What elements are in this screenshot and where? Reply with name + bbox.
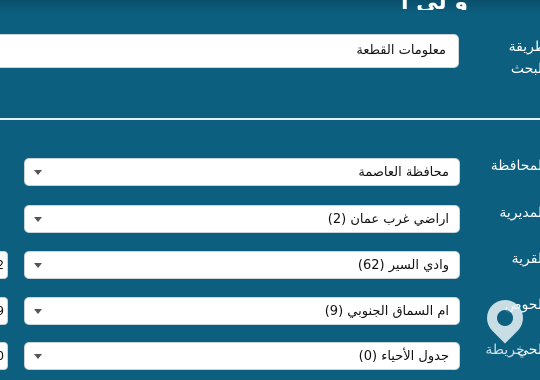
section-divider [0,118,540,120]
home-icon [497,310,513,326]
chevron-down-icon [34,263,42,268]
watermark-logo: خريطة [475,292,535,370]
directorate-select[interactable]: اراضي غرب عمان (2) [24,205,460,233]
neighborhood-value: جدول الأحياء (0) [358,349,449,364]
directorate-value: اراضي غرب عمان (2) [327,212,449,227]
neighborhood-select[interactable]: جدول الأحياء (0) [24,342,460,370]
village-code: 2 [0,258,4,272]
governorate-value: محافظة العاصمة [358,165,449,180]
village-select[interactable]: وادي السير (62) [24,251,460,279]
village-value: وادي السير (62) [357,258,449,273]
village-label: القرية [511,251,540,267]
governorate-label: المحافظة [490,158,540,174]
neighborhood-code: 0 [0,349,4,363]
governorate-select[interactable]: محافظة العاصمة [24,158,460,186]
page-title: و لي ا [378,0,468,10]
basin-code-box[interactable]: 9 [0,297,8,325]
basin-code: 9 [0,304,4,318]
chevron-down-icon [34,217,42,222]
neighborhood-code-box[interactable]: 0 [0,342,8,370]
basin-value: ام السماق الجنوبي (9) [324,304,449,319]
chevron-down-icon [34,354,42,359]
chevron-down-icon [34,309,42,314]
watermark-text: خريطة [485,342,525,358]
search-method-value: معلومات القطعة [356,43,446,58]
search-method-select[interactable]: معلومات القطعة [0,34,459,68]
directorate-label: المديرية [499,205,540,221]
chevron-down-icon [34,170,42,175]
search-method-label: طريقة البحث [508,39,540,77]
village-code-box[interactable]: 2 [0,251,8,279]
basin-select[interactable]: ام السماق الجنوبي (9) [24,297,460,325]
